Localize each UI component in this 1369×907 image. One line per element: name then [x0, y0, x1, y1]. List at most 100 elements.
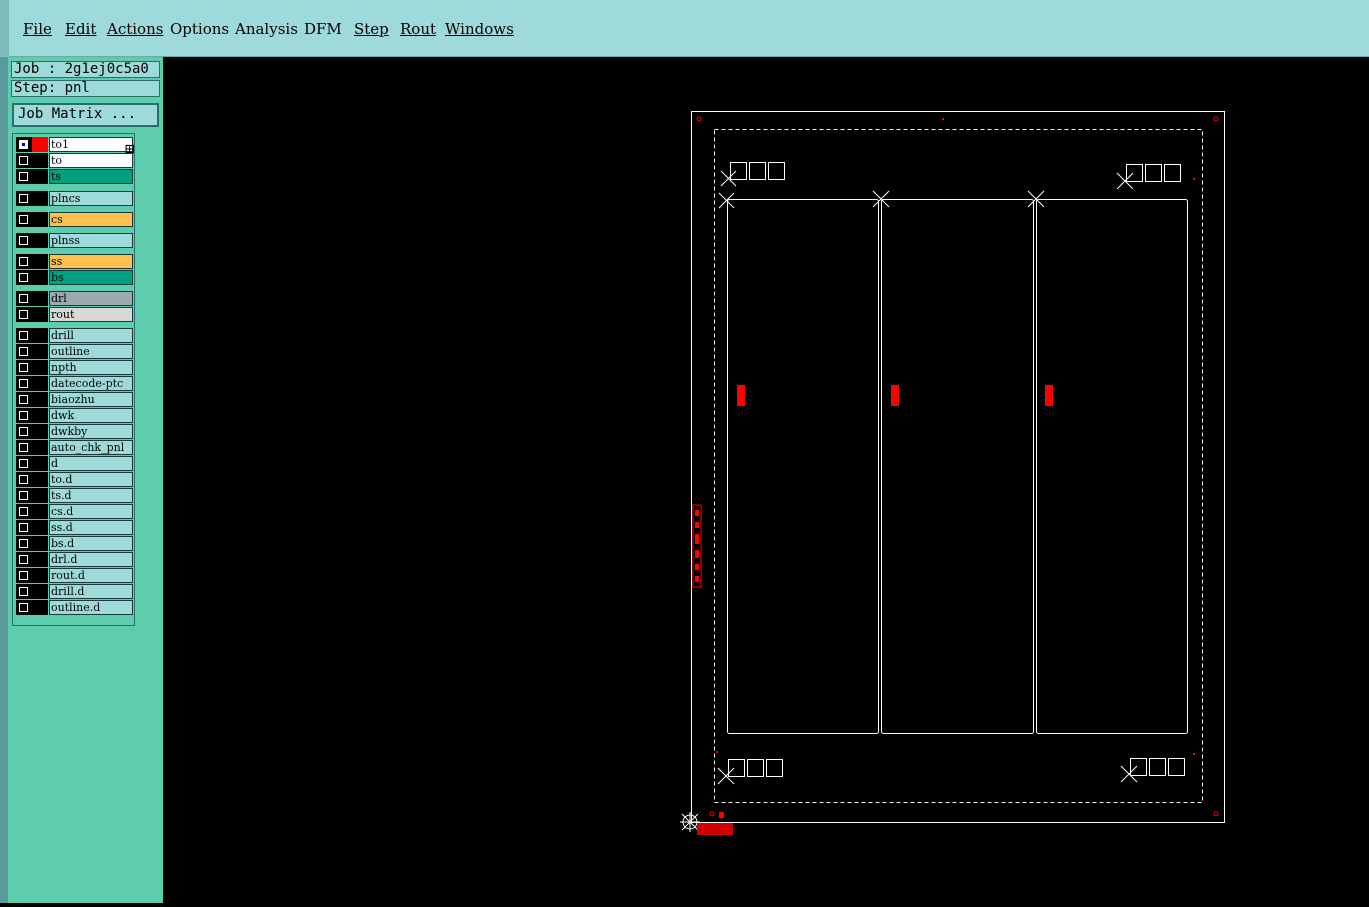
layer-color-swatch[interactable] — [32, 344, 48, 359]
layer-row-ts.d[interactable]: ts.d — [16, 488, 133, 503]
layer-checkbox[interactable] — [16, 536, 32, 551]
layer-checkbox[interactable] — [16, 137, 32, 152]
layer-name[interactable]: ss — [49, 254, 133, 269]
layer-name[interactable]: outline — [49, 344, 133, 359]
layer-name[interactable]: plnss — [49, 233, 133, 248]
layer-name[interactable]: auto_chk_pnl — [49, 440, 133, 455]
layer-checkbox[interactable] — [16, 392, 32, 407]
layer-color-swatch[interactable] — [32, 137, 48, 152]
layer-name[interactable]: biaozhu — [49, 392, 133, 407]
layer-checkbox[interactable] — [16, 552, 32, 567]
layer-color-swatch[interactable] — [32, 376, 48, 391]
layer-row-npth[interactable]: npth — [16, 360, 133, 375]
layer-color-swatch[interactable] — [32, 270, 48, 285]
layer-name[interactable]: plncs — [49, 191, 133, 206]
layer-checkbox[interactable] — [16, 376, 32, 391]
layer-checkbox[interactable] — [16, 600, 32, 615]
layer-row-outline[interactable]: outline — [16, 344, 133, 359]
layer-color-swatch[interactable] — [32, 169, 48, 184]
menu-edit[interactable]: Edit — [65, 20, 96, 38]
layer-checkbox[interactable] — [16, 504, 32, 519]
layer-row-bs.d[interactable]: bs.d — [16, 536, 133, 551]
layer-checkbox[interactable] — [16, 424, 32, 439]
layer-color-swatch[interactable] — [32, 440, 48, 455]
layer-row-to1[interactable]: to1 ⊞ — [16, 137, 135, 158]
layer-checkbox[interactable] — [16, 584, 32, 599]
layer-name[interactable]: cs — [49, 212, 133, 227]
layer-checkbox[interactable] — [16, 328, 32, 343]
layer-checkbox[interactable] — [16, 233, 32, 248]
layer-row-d[interactable]: d — [16, 456, 133, 471]
layer-name[interactable]: dwk — [49, 408, 133, 423]
layer-row-rout[interactable]: rout — [16, 307, 133, 322]
layer-color-swatch[interactable] — [32, 392, 48, 407]
layer-color-swatch[interactable] — [32, 472, 48, 487]
layer-name[interactable]: to — [49, 153, 133, 168]
layer-name[interactable]: cs.d — [49, 504, 133, 519]
layer-row-to.d[interactable]: to.d — [16, 472, 133, 487]
layer-name[interactable]: ts — [49, 169, 133, 184]
layer-row-rout.d[interactable]: rout.d — [16, 568, 133, 583]
layer-color-swatch[interactable] — [32, 504, 48, 519]
layer-color-swatch[interactable] — [32, 254, 48, 269]
layer-color-swatch[interactable] — [32, 408, 48, 423]
layer-color-swatch[interactable] — [32, 191, 48, 206]
layer-checkbox[interactable] — [16, 472, 32, 487]
layer-row-biaozhu[interactable]: biaozhu — [16, 392, 133, 407]
menu-file[interactable]: File — [23, 20, 52, 38]
menu-rout[interactable]: Rout — [400, 20, 436, 38]
layer-row-cs.d[interactable]: cs.d — [16, 504, 133, 519]
layer-checkbox[interactable] — [16, 344, 32, 359]
layer-color-swatch[interactable] — [32, 153, 48, 168]
layer-checkbox[interactable] — [16, 360, 32, 375]
layer-checkbox[interactable] — [16, 568, 32, 583]
layer-color-swatch[interactable] — [32, 568, 48, 583]
layer-color-swatch[interactable] — [32, 291, 48, 306]
layer-color-swatch[interactable] — [32, 328, 48, 343]
layer-name[interactable]: bs.d — [49, 536, 133, 551]
layer-row-datecode-ptc[interactable]: datecode-ptc — [16, 376, 133, 391]
layer-row-bs[interactable]: bs — [16, 270, 133, 285]
menu-actions[interactable]: Actions — [107, 20, 163, 38]
layer-checkbox[interactable] — [16, 254, 32, 269]
layer-name[interactable]: rout — [49, 307, 133, 322]
layer-row-outline.d[interactable]: outline.d — [16, 600, 133, 615]
layer-row-plncs[interactable]: plncs — [16, 191, 133, 206]
layer-row-ss[interactable]: ss — [16, 254, 133, 269]
layer-row-plnss[interactable]: plnss — [16, 233, 133, 248]
layer-row-cs[interactable]: cs — [16, 212, 133, 227]
layer-row-ss.d[interactable]: ss.d — [16, 520, 133, 535]
layer-color-swatch[interactable] — [32, 552, 48, 567]
layer-checkbox[interactable] — [16, 408, 32, 423]
layer-name[interactable]: dwkby — [49, 424, 133, 439]
layer-name[interactable]: d — [49, 456, 133, 471]
layer-checkbox[interactable] — [16, 307, 32, 322]
layer-color-swatch[interactable] — [32, 424, 48, 439]
layer-name[interactable]: drill — [49, 328, 133, 343]
layer-name[interactable]: rout.d — [49, 568, 133, 583]
layer-row-dwkby[interactable]: dwkby — [16, 424, 133, 439]
layer-color-swatch[interactable] — [32, 212, 48, 227]
layer-row-ts[interactable]: ts — [16, 169, 133, 184]
menu-dfm[interactable]: DFM — [304, 20, 342, 38]
layer-name[interactable]: ss.d — [49, 520, 133, 535]
layer-checkbox[interactable] — [16, 440, 32, 455]
menu-options[interactable]: Options — [170, 20, 229, 38]
layer-name[interactable]: bs — [49, 270, 133, 285]
layer-name[interactable]: to1 — [49, 137, 133, 152]
layer-name[interactable]: drill.d — [49, 584, 133, 599]
layer-checkbox[interactable] — [16, 456, 32, 471]
layer-name[interactable]: outline.d — [49, 600, 133, 615]
layer-row-auto_chk_pnl[interactable]: auto_chk_pnl — [16, 440, 133, 455]
layer-checkbox[interactable] — [16, 270, 32, 285]
layer-row-dwk[interactable]: dwk — [16, 408, 133, 423]
menu-windows[interactable]: Windows — [445, 20, 514, 38]
layer-name[interactable]: drl.d — [49, 552, 133, 567]
layer-name[interactable]: ts.d — [49, 488, 133, 503]
layer-checkbox[interactable] — [16, 291, 32, 306]
layer-name[interactable]: datecode-ptc — [49, 376, 133, 391]
layer-color-swatch[interactable] — [32, 488, 48, 503]
graphic-canvas[interactable] — [163, 57, 1369, 903]
layer-color-swatch[interactable] — [32, 456, 48, 471]
layer-color-swatch[interactable] — [32, 520, 48, 535]
